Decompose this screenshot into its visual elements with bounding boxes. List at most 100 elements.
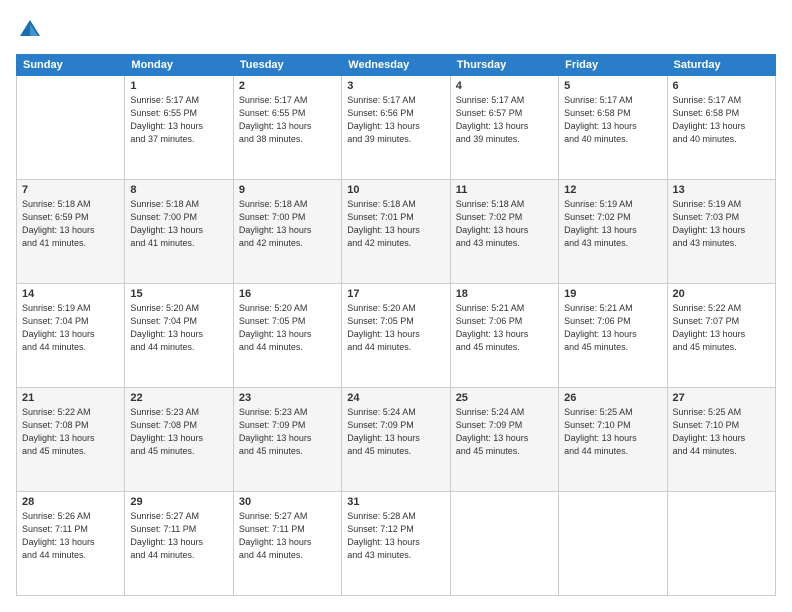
calendar-cell: 21Sunrise: 5:22 AMSunset: 7:08 PMDayligh…	[17, 388, 125, 492]
calendar-cell: 4 Sunrise: 5:17 AMSunset: 6:57 PMDaylight…	[450, 76, 558, 180]
calendar-cell: 29 Sunrise: 5:27 AMSunset: 7:11 PMDayligh…	[125, 492, 233, 596]
calendar-week-row: 28 Sunrise: 5:26 AMSunset: 7:11 PMDayligh…	[17, 492, 776, 596]
day-number: 10	[347, 184, 444, 196]
calendar-cell: 6 Sunrise: 5:17 AMSunset: 6:58 PMDaylight…	[667, 76, 775, 180]
cell-info: Sunrise: 5:17 AMSunset: 6:55 PMDaylight:…	[239, 94, 336, 146]
day-number: 26	[564, 392, 661, 404]
cell-info: Sunrise: 5:24 AMSunset: 7:09 PMDaylight:…	[347, 406, 444, 458]
calendar-cell: 10 Sunrise: 5:18 AMSunset: 7:01 PMDayligh…	[342, 180, 450, 284]
cell-info: Sunrise: 5:19 AMSunset: 7:04 PMDaylight:…	[22, 302, 119, 354]
cell-info: Sunrise: 5:18 AMSunset: 7:01 PMDaylight:…	[347, 198, 444, 250]
calendar-cell: 12 Sunrise: 5:19 AMSunset: 7:02 PMDayligh…	[559, 180, 667, 284]
calendar-cell: 24 Sunrise: 5:24 AMSunset: 7:09 PMDayligh…	[342, 388, 450, 492]
day-number: 25	[456, 392, 553, 404]
calendar-cell: 20 Sunrise: 5:22 AMSunset: 7:07 PMDayligh…	[667, 284, 775, 388]
day-number: 18	[456, 288, 553, 300]
calendar-cell: 18 Sunrise: 5:21 AMSunset: 7:06 PMDayligh…	[450, 284, 558, 388]
day-number: 24	[347, 392, 444, 404]
cell-info: Sunrise: 5:28 AMSunset: 7:12 PMDaylight:…	[347, 510, 444, 562]
day-number: 31	[347, 496, 444, 508]
calendar-cell: 25 Sunrise: 5:24 AMSunset: 7:09 PMDayligh…	[450, 388, 558, 492]
calendar-cell: 5 Sunrise: 5:17 AMSunset: 6:58 PMDaylight…	[559, 76, 667, 180]
calendar-cell: 31 Sunrise: 5:28 AMSunset: 7:12 PMDayligh…	[342, 492, 450, 596]
cell-info: Sunrise: 5:22 AMSunset: 7:07 PMDaylight:…	[673, 302, 770, 354]
calendar-week-row: 14Sunrise: 5:19 AMSunset: 7:04 PMDayligh…	[17, 284, 776, 388]
calendar-cell: 14Sunrise: 5:19 AMSunset: 7:04 PMDayligh…	[17, 284, 125, 388]
day-number: 12	[564, 184, 661, 196]
cell-info: Sunrise: 5:25 AMSunset: 7:10 PMDaylight:…	[564, 406, 661, 458]
cell-info: Sunrise: 5:21 AMSunset: 7:06 PMDaylight:…	[564, 302, 661, 354]
day-number: 6	[673, 80, 770, 92]
calendar-week-row: 21Sunrise: 5:22 AMSunset: 7:08 PMDayligh…	[17, 388, 776, 492]
cell-info: Sunrise: 5:26 AMSunset: 7:11 PMDaylight:…	[22, 510, 119, 562]
cell-info: Sunrise: 5:17 AMSunset: 6:55 PMDaylight:…	[130, 94, 227, 146]
cell-info: Sunrise: 5:17 AMSunset: 6:58 PMDaylight:…	[673, 94, 770, 146]
day-number: 22	[130, 392, 227, 404]
calendar-header-row: SundayMondayTuesdayWednesdayThursdayFrid…	[17, 55, 776, 76]
calendar-cell: 26 Sunrise: 5:25 AMSunset: 7:10 PMDayligh…	[559, 388, 667, 492]
calendar-cell: 23 Sunrise: 5:23 AMSunset: 7:09 PMDayligh…	[233, 388, 341, 492]
cell-info: Sunrise: 5:27 AMSunset: 7:11 PMDaylight:…	[130, 510, 227, 562]
day-number: 4	[456, 80, 553, 92]
cell-info: Sunrise: 5:18 AMSunset: 7:00 PMDaylight:…	[239, 198, 336, 250]
calendar-cell: 22 Sunrise: 5:23 AMSunset: 7:08 PMDayligh…	[125, 388, 233, 492]
cell-info: Sunrise: 5:20 AMSunset: 7:04 PMDaylight:…	[130, 302, 227, 354]
day-number: 15	[130, 288, 227, 300]
cell-info: Sunrise: 5:17 AMSunset: 6:56 PMDaylight:…	[347, 94, 444, 146]
calendar-cell: 11 Sunrise: 5:18 AMSunset: 7:02 PMDayligh…	[450, 180, 558, 284]
calendar-day-header: Friday	[559, 55, 667, 76]
day-number: 19	[564, 288, 661, 300]
calendar-day-header: Thursday	[450, 55, 558, 76]
calendar-cell: 30 Sunrise: 5:27 AMSunset: 7:11 PMDayligh…	[233, 492, 341, 596]
day-number: 29	[130, 496, 227, 508]
calendar-day-header: Monday	[125, 55, 233, 76]
cell-info: Sunrise: 5:17 AMSunset: 6:57 PMDaylight:…	[456, 94, 553, 146]
day-number: 23	[239, 392, 336, 404]
calendar-cell: 1 Sunrise: 5:17 AMSunset: 6:55 PMDaylight…	[125, 76, 233, 180]
calendar-cell: 13Sunrise: 5:19 AMSunset: 7:03 PMDayligh…	[667, 180, 775, 284]
day-number: 7	[22, 184, 119, 196]
calendar-day-header: Wednesday	[342, 55, 450, 76]
cell-info: Sunrise: 5:19 AMSunset: 7:02 PMDaylight:…	[564, 198, 661, 250]
calendar-cell: 17Sunrise: 5:20 AMSunset: 7:05 PMDayligh…	[342, 284, 450, 388]
calendar-cell	[450, 492, 558, 596]
cell-info: Sunrise: 5:17 AMSunset: 6:58 PMDaylight:…	[564, 94, 661, 146]
calendar-day-header: Saturday	[667, 55, 775, 76]
cell-info: Sunrise: 5:23 AMSunset: 7:09 PMDaylight:…	[239, 406, 336, 458]
calendar-cell	[17, 76, 125, 180]
day-number: 2	[239, 80, 336, 92]
day-number: 11	[456, 184, 553, 196]
calendar-cell	[667, 492, 775, 596]
calendar-cell: 27Sunrise: 5:25 AMSunset: 7:10 PMDayligh…	[667, 388, 775, 492]
page: SundayMondayTuesdayWednesdayThursdayFrid…	[0, 0, 792, 612]
logo-icon	[16, 16, 44, 44]
day-number: 3	[347, 80, 444, 92]
calendar-cell: 16 Sunrise: 5:20 AMSunset: 7:05 PMDayligh…	[233, 284, 341, 388]
cell-info: Sunrise: 5:18 AMSunset: 7:02 PMDaylight:…	[456, 198, 553, 250]
calendar-cell: 15 Sunrise: 5:20 AMSunset: 7:04 PMDayligh…	[125, 284, 233, 388]
day-number: 28	[22, 496, 119, 508]
cell-info: Sunrise: 5:23 AMSunset: 7:08 PMDaylight:…	[130, 406, 227, 458]
day-number: 27	[673, 392, 770, 404]
calendar-day-header: Sunday	[17, 55, 125, 76]
logo	[16, 16, 48, 44]
cell-info: Sunrise: 5:22 AMSunset: 7:08 PMDaylight:…	[22, 406, 119, 458]
cell-info: Sunrise: 5:18 AMSunset: 6:59 PMDaylight:…	[22, 198, 119, 250]
calendar-week-row: 7 Sunrise: 5:18 AMSunset: 6:59 PMDaylight…	[17, 180, 776, 284]
cell-info: Sunrise: 5:27 AMSunset: 7:11 PMDaylight:…	[239, 510, 336, 562]
calendar-cell: 8Sunrise: 5:18 AMSunset: 7:00 PMDaylight…	[125, 180, 233, 284]
day-number: 17	[347, 288, 444, 300]
calendar-cell	[559, 492, 667, 596]
cell-info: Sunrise: 5:20 AMSunset: 7:05 PMDaylight:…	[239, 302, 336, 354]
day-number: 5	[564, 80, 661, 92]
calendar-day-header: Tuesday	[233, 55, 341, 76]
day-number: 16	[239, 288, 336, 300]
day-number: 1	[130, 80, 227, 92]
day-number: 20	[673, 288, 770, 300]
cell-info: Sunrise: 5:24 AMSunset: 7:09 PMDaylight:…	[456, 406, 553, 458]
cell-info: Sunrise: 5:21 AMSunset: 7:06 PMDaylight:…	[456, 302, 553, 354]
calendar-cell: 2 Sunrise: 5:17 AMSunset: 6:55 PMDaylight…	[233, 76, 341, 180]
day-number: 9	[239, 184, 336, 196]
day-number: 30	[239, 496, 336, 508]
calendar-table: SundayMondayTuesdayWednesdayThursdayFrid…	[16, 54, 776, 596]
